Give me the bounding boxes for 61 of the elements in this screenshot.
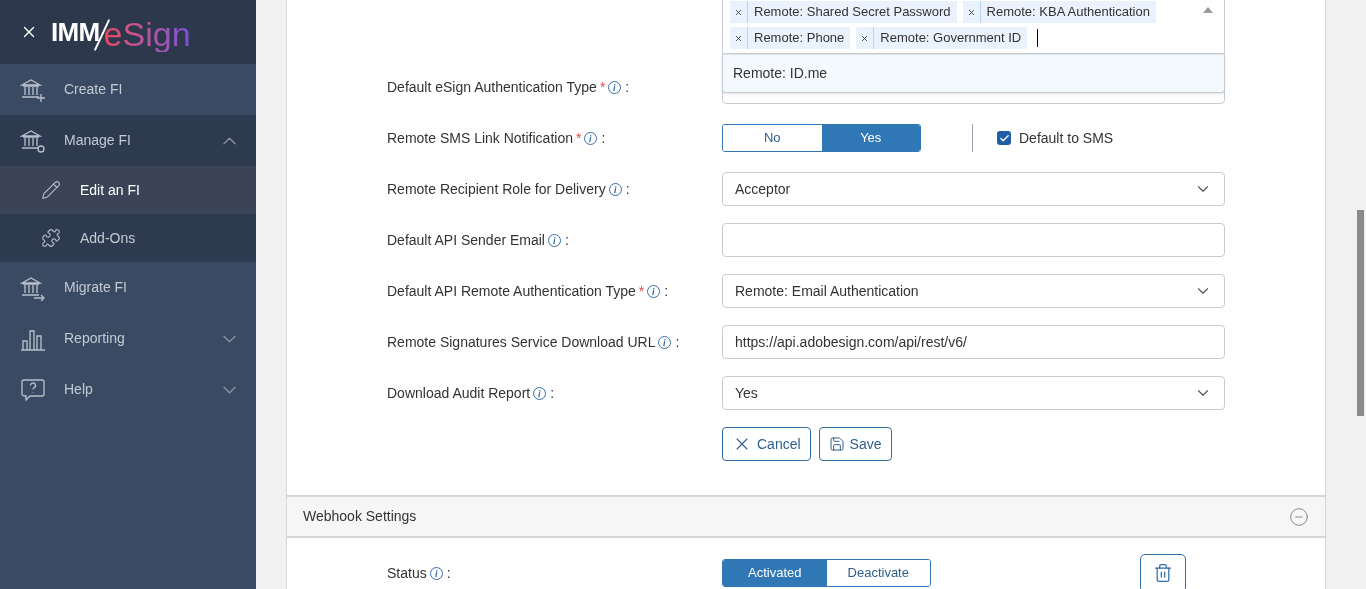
field-label: Remote SMS Link Notification [387,128,573,148]
field-label: Remote Recipient Role for Delivery [387,179,606,199]
colon: : [664,281,669,301]
submenu-item[interactable]: Edit an FI [0,166,256,214]
colon: : [601,128,606,148]
colon: : [675,332,680,352]
remove-icon[interactable] [966,7,976,17]
field-label: Download Audit Report [387,383,531,403]
field-label: Default eSign Authentication Type [387,77,597,97]
colon: : [625,77,630,97]
save-button[interactable]: Save [818,427,892,461]
select-field[interactable]: Remote: Email Authentication [722,274,1225,308]
selected-chip[interactable]: Remote: KBA Authentication [962,1,1156,23]
info-icon[interactable] [429,566,443,580]
colon: : [625,179,630,199]
selected-chip[interactable]: Remote: Phone [730,27,851,49]
text-field[interactable] [722,223,1225,257]
text-field[interactable]: https://api.adobesign.com/api/rest/v6/ [722,325,1225,359]
colon: : [446,563,451,583]
info-icon[interactable] [584,131,598,145]
checkbox[interactable] [997,131,1011,145]
caret-up-icon [1203,7,1213,13]
info-icon[interactable] [548,233,561,247]
toggle-option[interactable]: Activated [723,560,827,586]
sidebar-item[interactable]: Manage FI [0,115,256,166]
info-icon[interactable] [608,80,622,94]
scrollbar-thumb[interactable] [1357,210,1364,416]
save-icon [828,436,845,452]
section-title: Webhook Settings [303,507,417,526]
selected-chip[interactable]: Remote: Shared Secret Password [730,1,957,23]
remove-icon[interactable] [734,7,743,17]
submenu-item[interactable]: Add-Ons [0,214,256,262]
collapse-icon[interactable] [1289,506,1309,527]
field-label: Default API Sender Email [387,230,545,250]
selected-chip[interactable]: Remote: Government ID [856,27,1028,49]
checkbox-label: Default to SMS [1019,128,1114,148]
puzzle-icon [41,228,61,248]
info-icon[interactable] [647,284,661,298]
toggle-option[interactable]: Yes [821,125,920,151]
dropdown-option[interactable]: Remote: ID.me [723,54,1224,92]
info-icon[interactable] [533,386,547,400]
field-label: Default API Remote Authentication Type [387,281,636,301]
required-mark: * [638,281,645,301]
field-label: Remote Signatures Service Download URL [387,332,656,352]
required-mark: * [575,128,582,148]
required-mark: * [599,77,606,97]
select-field[interactable]: Acceptor [722,172,1225,206]
cancel-button[interactable]: Cancel [722,427,811,461]
colon: : [565,230,569,250]
select-field[interactable]: Yes [722,376,1225,410]
info-icon[interactable] [608,182,622,196]
remove-icon[interactable] [734,33,743,43]
multiselect-field[interactable]: Remote: Shared Secret Password Remote: KBA Authentication Remote: Phone Remote: Government ID [722,0,1225,54]
help-bubble-icon [20,376,46,403]
trash-icon [1153,563,1173,583]
field-label: Status [387,563,427,583]
delete-button[interactable] [1140,554,1186,589]
pencil-icon [41,180,61,200]
remove-icon[interactable] [860,33,870,43]
info-icon[interactable] [658,335,672,349]
colon: : [550,383,555,403]
